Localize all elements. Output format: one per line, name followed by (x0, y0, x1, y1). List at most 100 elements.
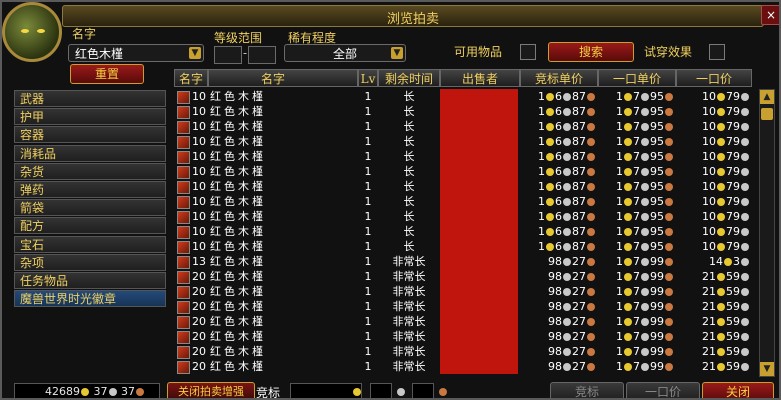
unit-part: 7 (633, 240, 640, 253)
bid-button[interactable]: 竞标 (550, 382, 624, 398)
dropdown-arrow-icon[interactable]: ▼ (391, 47, 403, 59)
header-qty[interactable]: 名字 (174, 69, 208, 87)
table-row[interactable]: 10 红色木槿 1 长 1 6 87 1 7 95 10 79 (174, 209, 756, 224)
close-x-button[interactable]: × (761, 5, 779, 25)
level-min-input[interactable] (214, 46, 242, 64)
bid-part: 87 (572, 105, 586, 118)
header-buyout[interactable]: 一口价 (676, 69, 752, 87)
buy-part: 21 (702, 315, 716, 328)
hibiscus-item-icon[interactable] (177, 301, 190, 314)
header-buyout-unit[interactable]: 一口单价 (598, 69, 676, 87)
buyout-unit-price: 1 7 95 (598, 119, 674, 134)
table-row[interactable]: 10 红色木槿 1 长 1 6 87 1 7 95 10 79 (174, 239, 756, 254)
bid-copper-input[interactable] (412, 383, 434, 398)
table-row[interactable]: 13 红色木槿 1 非常长 98 27 1 7 99 14 3 (174, 254, 756, 269)
reset-button[interactable]: 重置 (70, 64, 144, 84)
buy-part: 10 (702, 240, 716, 253)
hibiscus-item-icon[interactable] (177, 166, 190, 179)
table-row[interactable]: 20 红色木槿 1 非常长 98 27 1 7 99 21 59 (174, 269, 756, 284)
table-row[interactable]: 20 红色木槿 1 非常长 98 27 1 7 99 21 59 (174, 329, 756, 344)
header-bid-unit[interactable]: 竞标单价 (520, 69, 598, 87)
buy-part: 10 (702, 210, 716, 223)
category-item[interactable]: 任务物品 (14, 271, 166, 289)
category-item[interactable]: 杂项 (14, 253, 166, 271)
hibiscus-item-icon[interactable] (177, 361, 190, 374)
hibiscus-item-icon[interactable] (177, 106, 190, 119)
hibiscus-item-icon[interactable] (177, 316, 190, 329)
buyout-unit-price: 1 7 99 (598, 269, 674, 284)
hibiscus-item-icon[interactable] (177, 241, 190, 254)
hibiscus-item-icon[interactable] (177, 121, 190, 134)
category-item[interactable]: 消耗品 (14, 144, 166, 162)
category-item[interactable]: 箭袋 (14, 199, 166, 217)
category-item[interactable]: 弹药 (14, 180, 166, 198)
level-max-input[interactable] (248, 46, 276, 64)
bid-part: 27 (572, 300, 586, 313)
buyout-price: 10 79 (676, 164, 750, 179)
item-time: 非常长 (392, 300, 426, 313)
bid-gold-input[interactable] (290, 383, 362, 398)
gold-coin-icon (546, 228, 554, 236)
table-row[interactable]: 10 红色木槿 1 长 1 6 87 1 7 95 10 79 (174, 194, 756, 209)
table-row[interactable]: 10 红色木槿 1 长 1 6 87 1 7 95 10 79 (174, 119, 756, 134)
table-row[interactable]: 10 红色木槿 1 长 1 6 87 1 7 95 10 79 (174, 104, 756, 119)
table-row[interactable]: 20 红色木槿 1 非常长 98 27 1 7 99 21 59 (174, 314, 756, 329)
hibiscus-item-icon[interactable] (177, 226, 190, 239)
hibiscus-item-icon[interactable] (177, 211, 190, 224)
category-item[interactable]: 宝石 (14, 235, 166, 253)
seller-cell (440, 284, 518, 299)
table-row[interactable]: 10 红色木槿 1 长 1 6 87 1 7 95 10 79 (174, 134, 756, 149)
close-enhance-button[interactable]: 关闭拍卖增强 (167, 382, 255, 398)
buy-part: 79 (726, 180, 740, 193)
header-seller[interactable]: 出售者 (440, 69, 520, 87)
scroll-up-icon[interactable]: ▲ (760, 90, 774, 104)
name-input[interactable]: 红色木槿 ▼ (68, 44, 204, 62)
hibiscus-item-icon[interactable] (177, 286, 190, 299)
table-row[interactable]: 10 红色木槿 1 长 1 6 87 1 7 95 10 79 (174, 179, 756, 194)
usable-checkbox[interactable] (520, 44, 536, 60)
dropdown-arrow-icon[interactable]: ▼ (189, 47, 201, 59)
copper-coin-icon (665, 333, 673, 341)
category-item[interactable]: 配方 (14, 217, 166, 235)
header-name[interactable]: 名字 (208, 69, 358, 87)
table-row[interactable]: 10 红色木槿 1 长 1 6 87 1 7 95 10 79 (174, 149, 756, 164)
hibiscus-item-icon[interactable] (177, 346, 190, 359)
search-button[interactable]: 搜索 (548, 42, 634, 62)
bid-silver-input[interactable] (370, 383, 392, 398)
category-item[interactable]: 容器 (14, 126, 166, 144)
table-row[interactable]: 20 红色木槿 1 非常长 98 27 1 7 99 21 59 (174, 344, 756, 359)
header-level[interactable]: Lv (358, 69, 378, 87)
hibiscus-item-icon[interactable] (177, 256, 190, 269)
hibiscus-item-icon[interactable] (177, 331, 190, 344)
category-item[interactable]: 杂货 (14, 162, 166, 180)
scroll-thumb[interactable] (761, 108, 773, 120)
hibiscus-item-icon[interactable] (177, 151, 190, 164)
table-row[interactable]: 10 红色木槿 1 长 1 6 87 1 7 95 10 79 (174, 164, 756, 179)
category-item[interactable]: 魔兽世界时光徽章 (14, 290, 166, 308)
copper-coin-icon (665, 363, 673, 371)
scroll-down-icon[interactable]: ▼ (760, 362, 774, 376)
header-time[interactable]: 剩余时间 (378, 69, 440, 87)
bid-price: 98 27 (520, 329, 596, 344)
table-row[interactable]: 10 红色木槿 1 长 1 6 87 1 7 95 10 79 (174, 224, 756, 239)
unit-part: 95 (650, 180, 664, 193)
category-item[interactable]: 武器 (14, 90, 166, 107)
bid-price: 1 6 87 (520, 179, 596, 194)
hibiscus-item-icon[interactable] (177, 196, 190, 209)
hibiscus-item-icon[interactable] (177, 181, 190, 194)
hibiscus-item-icon[interactable] (177, 271, 190, 284)
category-item[interactable]: 护甲 (14, 108, 166, 126)
table-row[interactable]: 20 红色木槿 1 非常长 98 27 1 7 99 21 59 (174, 284, 756, 299)
item-qty: 10 (192, 150, 206, 163)
rarity-dropdown[interactable]: 全部 ▼ (284, 44, 406, 62)
buyout-button[interactable]: 一口价 (626, 382, 700, 398)
table-row[interactable]: 20 红色木槿 1 非常长 98 27 1 7 99 21 59 (174, 359, 756, 374)
close-button[interactable]: 关闭 (702, 382, 774, 398)
copper-coin-icon (587, 213, 595, 221)
tryon-checkbox[interactable] (709, 44, 725, 60)
hibiscus-item-icon[interactable] (177, 136, 190, 149)
table-row[interactable]: 10 红色木槿 1 长 1 6 87 1 7 95 10 79 (174, 89, 756, 104)
hibiscus-item-icon[interactable] (177, 91, 190, 104)
table-row[interactable]: 20 红色木槿 1 非常长 98 27 1 7 99 21 59 (174, 299, 756, 314)
scrollbar[interactable]: ▲ ▼ (759, 89, 775, 377)
